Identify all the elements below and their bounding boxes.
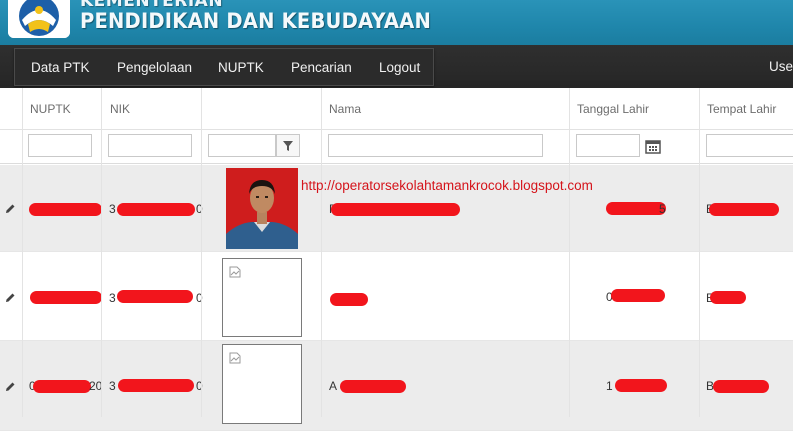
edit-pencil-icon[interactable] — [4, 291, 16, 303]
redacted-nuptk — [33, 380, 91, 393]
redacted-nama — [331, 203, 460, 216]
column-divider — [201, 88, 202, 417]
blog-watermark: http://operatorsekolahtamankrocok.blogsp… — [301, 178, 593, 193]
tempat-lahir-filter-input[interactable] — [706, 134, 793, 157]
ptk-photo — [226, 168, 298, 249]
ministry-title: PENDIDIKAN DAN KEBUDAYAAN — [80, 9, 432, 33]
tanggal-lahir-prefix: 1 — [606, 379, 613, 393]
nama-prefix: A — [329, 379, 338, 393]
ministry-logo — [8, 0, 70, 38]
edit-pencil-icon[interactable] — [4, 380, 16, 392]
nav-item-pencarian[interactable]: Pencarian — [291, 60, 352, 75]
nuptk-filter-input[interactable] — [28, 134, 92, 157]
table-row[interactable]: 0 20 3 0 A 1 B — [0, 341, 793, 431]
calendar-icon[interactable] — [645, 139, 661, 154]
edit-pencil-icon[interactable] — [4, 202, 16, 214]
redacted-tanggal-lahir — [606, 202, 666, 215]
table-row[interactable]: 3 0 0 E — [0, 252, 793, 341]
photo-placeholder — [222, 258, 302, 337]
main-navbar: Data PTK Pengelolaan NUPTK Pencarian Log… — [0, 45, 793, 88]
redacted-tempat-lahir — [709, 203, 779, 216]
redacted-nuptk — [29, 203, 102, 216]
nik-filter-input[interactable] — [108, 134, 192, 157]
column-header-nik[interactable]: NIK — [110, 102, 130, 116]
column-divider — [569, 88, 570, 417]
tanggal-lahir-suffix: 5 — [659, 202, 666, 216]
nav-item-nuptk[interactable]: NUPTK — [218, 60, 264, 75]
redacted-nik — [118, 379, 194, 392]
nav-item-logout[interactable]: Logout — [379, 60, 420, 75]
nav-user-menu[interactable]: Use — [769, 59, 793, 74]
redacted-nik — [117, 290, 193, 303]
broken-image-icon — [229, 351, 241, 369]
nav-item-pengelolaan[interactable]: Pengelolaan — [117, 60, 192, 75]
redacted-tempat-lahir — [710, 291, 746, 304]
column-header-tanggal-lahir[interactable]: Tanggal Lahir — [577, 102, 649, 116]
column-divider — [101, 88, 102, 417]
redacted-tanggal-lahir — [615, 379, 667, 392]
column-divider — [699, 88, 700, 417]
nav-item-data-ptk[interactable]: Data PTK — [31, 60, 90, 75]
photo-filter-input[interactable] — [208, 134, 276, 157]
nama-filter-input[interactable] — [328, 134, 543, 157]
tanggal-lahir-filter-input[interactable] — [576, 134, 640, 157]
column-header-nama[interactable]: Nama — [329, 102, 361, 116]
ptk-data-grid: NUPTK NIK Nama Tanggal Lahir Tempat Lahi… — [0, 88, 793, 431]
header-banner: KEMENTERIAN PENDIDIKAN DAN KEBUDAYAAN — [0, 0, 793, 45]
column-divider — [22, 88, 23, 417]
redacted-nik — [117, 203, 195, 216]
nav-menu: Data PTK Pengelolaan NUPTK Pencarian Log… — [14, 48, 434, 86]
filter-funnel-icon[interactable] — [276, 134, 300, 157]
nik-prefix: 3 — [109, 291, 116, 305]
redacted-tempat-lahir — [713, 380, 769, 393]
column-header-tempat-lahir[interactable]: Tempat Lahir — [707, 102, 776, 116]
nik-prefix: 3 — [109, 379, 116, 393]
grid-header: NUPTK NIK Nama Tanggal Lahir Tempat Lahi… — [0, 88, 793, 130]
redacted-nama — [340, 380, 406, 393]
filter-row — [0, 130, 793, 164]
redacted-tanggal-lahir — [611, 289, 665, 302]
nik-prefix: 3 — [109, 202, 116, 216]
photo-placeholder — [222, 344, 302, 424]
redacted-nuptk — [30, 291, 102, 304]
column-divider — [321, 88, 322, 417]
column-header-nuptk[interactable]: NUPTK — [30, 102, 71, 116]
redacted-nama — [330, 293, 368, 306]
broken-image-icon — [229, 265, 241, 283]
